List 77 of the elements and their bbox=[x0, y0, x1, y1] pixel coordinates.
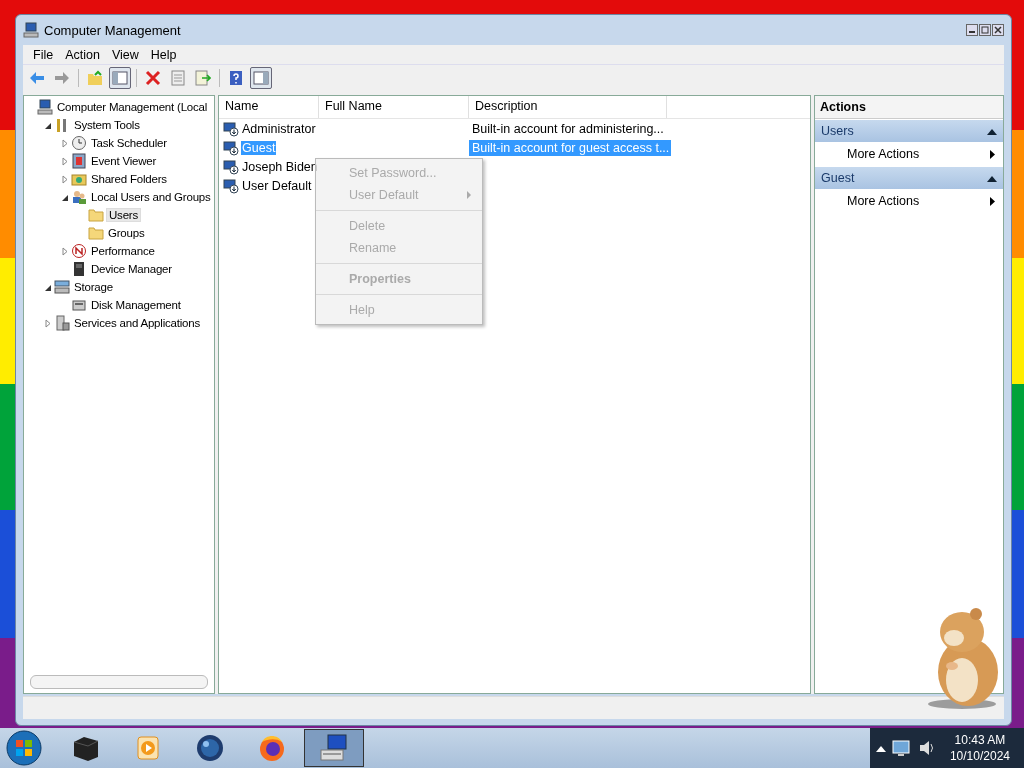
clock-icon bbox=[71, 135, 87, 151]
action-link[interactable]: More Actions bbox=[815, 189, 1003, 213]
window-title: Computer Management bbox=[44, 22, 181, 38]
start-button[interactable] bbox=[4, 728, 44, 768]
menu-item[interactable]: Action bbox=[59, 47, 106, 62]
tree-item[interactable]: Disk Management bbox=[89, 299, 183, 311]
computer-management-icon bbox=[318, 732, 350, 764]
tree-item[interactable]: System Tools bbox=[72, 119, 142, 131]
tree-item[interactable]: Event Viewer bbox=[89, 155, 159, 167]
perf-icon bbox=[71, 243, 87, 259]
action-link[interactable]: More Actions bbox=[815, 142, 1003, 166]
submenu-arrow-icon bbox=[466, 191, 472, 199]
computer-icon bbox=[37, 99, 53, 115]
tree-pane-icon bbox=[112, 70, 128, 86]
folder-icon bbox=[88, 207, 104, 223]
section-title: Users bbox=[821, 124, 854, 138]
tree-item[interactable]: Services and Applications bbox=[72, 317, 203, 329]
folder-up-icon bbox=[87, 70, 103, 86]
clock-date: 10/10/2024 bbox=[949, 748, 1010, 764]
folder-icon bbox=[88, 225, 104, 241]
table-cell-text: Built-in account for administering... bbox=[471, 120, 665, 137]
table-cell: Built-in account for guest access t... bbox=[469, 139, 671, 156]
forward-arrow-icon bbox=[54, 70, 70, 86]
tree-item[interactable]: Local Users and Groups bbox=[89, 191, 213, 203]
globe-icon bbox=[194, 732, 226, 764]
monitor-icon[interactable] bbox=[889, 737, 912, 759]
user-name[interactable]: Joseph Biden bbox=[241, 159, 319, 174]
menu-item[interactable]: File bbox=[27, 47, 60, 62]
minimize-icon[interactable] bbox=[966, 24, 978, 36]
user-icon bbox=[223, 158, 239, 175]
submenu-arrow-icon bbox=[990, 149, 995, 159]
pane-title: Actions bbox=[815, 96, 1003, 119]
computer-icon bbox=[23, 22, 39, 38]
submenu-arrow-icon bbox=[990, 196, 995, 206]
viewer-icon bbox=[71, 153, 87, 169]
toolbar-button[interactable] bbox=[109, 67, 131, 89]
tree-item[interactable]: Storage bbox=[72, 281, 115, 293]
column-header[interactable]: Name bbox=[219, 96, 319, 118]
taskbar-button[interactable] bbox=[304, 729, 364, 767]
column-header[interactable]: Full Name bbox=[319, 96, 469, 118]
user-icon bbox=[223, 139, 239, 156]
user-name[interactable]: Administrator bbox=[241, 121, 317, 136]
tree-item[interactable]: Performance bbox=[89, 245, 157, 257]
close-icon[interactable] bbox=[992, 24, 1004, 36]
menu-item[interactable]: Help bbox=[144, 47, 183, 62]
section-header[interactable]: Users bbox=[815, 120, 1003, 142]
section-title: Guest bbox=[821, 171, 855, 185]
collapse-caret-icon[interactable] bbox=[987, 127, 997, 135]
users-icon bbox=[71, 189, 87, 205]
collapse-caret-icon[interactable] bbox=[987, 174, 997, 182]
device-icon bbox=[71, 261, 87, 277]
tree-item[interactable]: Device Manager bbox=[89, 263, 174, 275]
tray-arrow-icon[interactable] bbox=[875, 744, 886, 752]
section-header[interactable]: Guest bbox=[815, 167, 1003, 189]
tree-item[interactable]: Groups bbox=[106, 227, 147, 239]
column-header[interactable]: Description bbox=[469, 96, 667, 118]
services-icon bbox=[54, 315, 70, 331]
toolbar-button[interactable] bbox=[250, 67, 272, 89]
user-name[interactable]: User Default bbox=[241, 178, 313, 193]
properties-icon bbox=[170, 70, 186, 86]
help-icon bbox=[228, 70, 244, 86]
shared-icon bbox=[71, 171, 87, 187]
delete-icon bbox=[145, 70, 161, 86]
scrollbar[interactable] bbox=[30, 675, 208, 689]
user-icon bbox=[223, 120, 239, 137]
menu-item[interactable]: View bbox=[105, 47, 145, 62]
tree-item[interactable]: Shared Folders bbox=[89, 173, 169, 185]
export-list-icon bbox=[195, 70, 211, 86]
clock-time: 10:43 AM bbox=[954, 732, 1006, 748]
back-arrow-icon bbox=[29, 70, 45, 86]
tree-item[interactable]: Task Scheduler bbox=[89, 137, 169, 149]
action-pane-icon bbox=[253, 70, 269, 86]
tree-item[interactable]: Users bbox=[106, 208, 142, 222]
maximize-icon[interactable] bbox=[979, 24, 991, 36]
tree-item[interactable]: Computer Management (Local bbox=[55, 101, 210, 113]
user-icon bbox=[223, 177, 239, 194]
storage-icon bbox=[54, 279, 70, 295]
